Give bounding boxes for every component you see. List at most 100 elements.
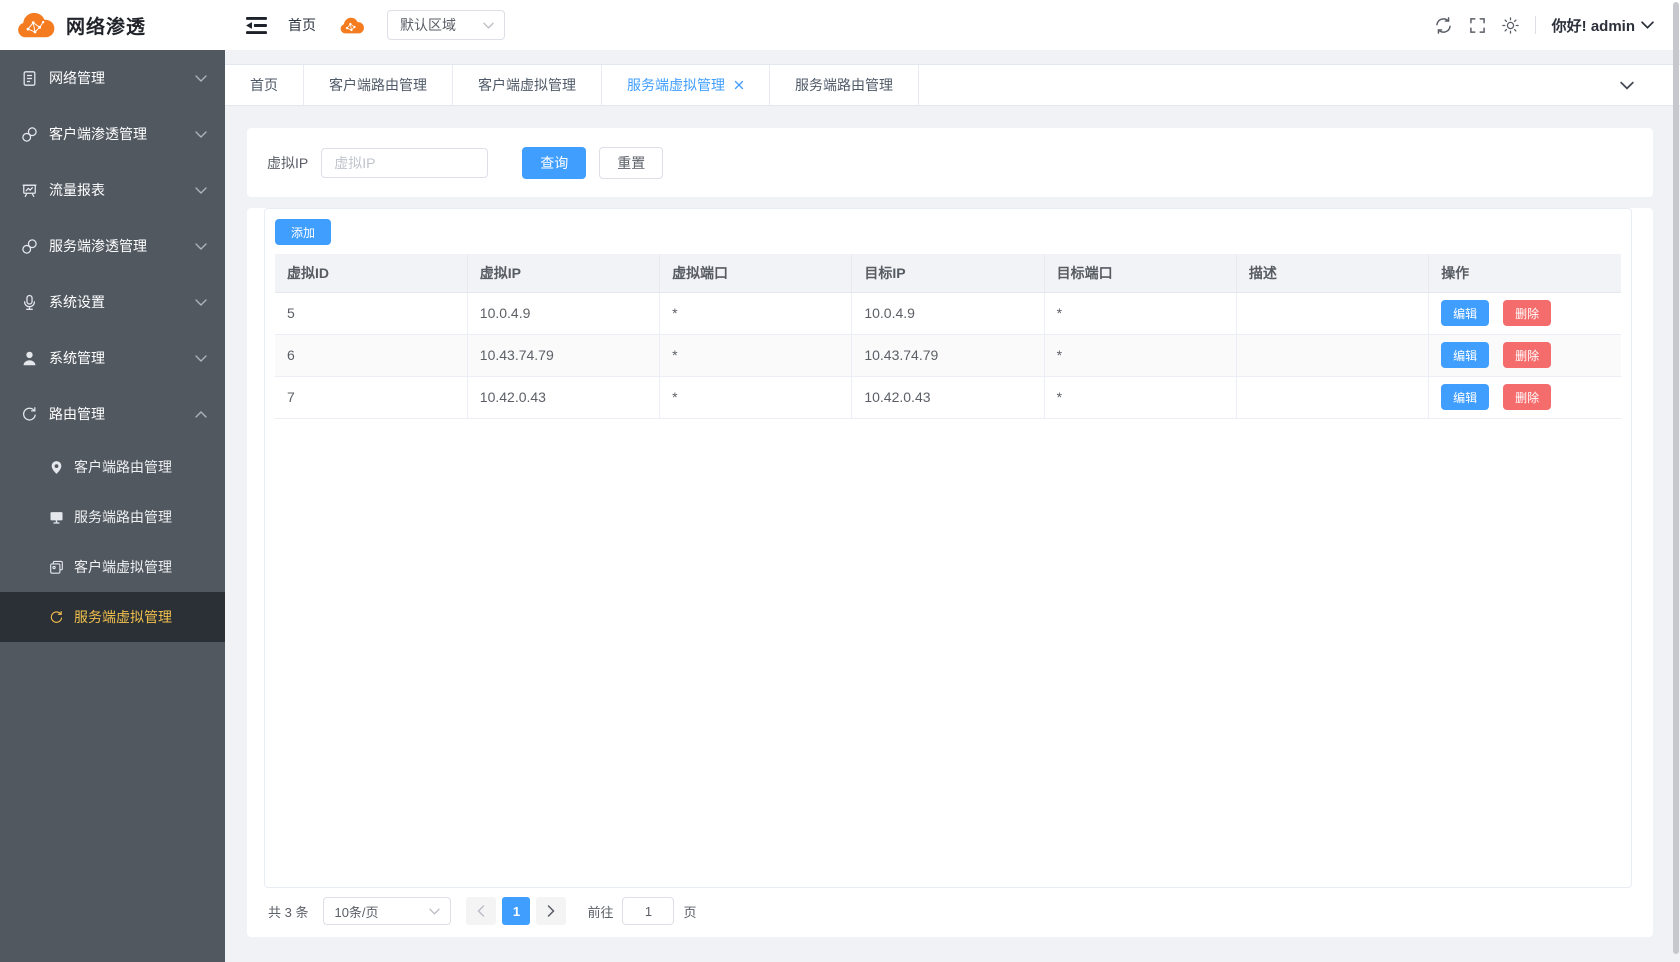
theme-sun-icon[interactable] xyxy=(1502,17,1519,34)
tab-server-virtual-mgmt[interactable]: 服务端虚拟管理 xyxy=(602,65,770,105)
close-icon[interactable] xyxy=(734,80,744,90)
tab-client-route-mgmt[interactable]: 客户端路由管理 xyxy=(304,65,453,105)
chevron-down-icon xyxy=(195,75,207,82)
copy-icon xyxy=(48,559,64,575)
sidebar-menu: 网络管理 客户端渗透管理 xyxy=(0,50,225,962)
page-size-value: 10条/页 xyxy=(334,902,378,921)
edit-button[interactable]: 编辑 xyxy=(1441,342,1489,368)
sidebar-item-system-settings[interactable]: 系统设置 xyxy=(0,274,225,330)
search-card: 虚拟IP 查询 重置 xyxy=(247,128,1653,197)
pagination-total: 共 3 条 xyxy=(268,902,308,921)
sidebar-item-client-virtual-mgmt[interactable]: 客户端虚拟管理 xyxy=(0,542,225,592)
page-content: 虚拟IP 查询 重置 添加 虚拟ID 虚拟IP 虚拟端口 xyxy=(225,106,1680,962)
chevron-up-icon xyxy=(195,411,207,418)
cell-virtual-port: * xyxy=(660,334,852,376)
region-select[interactable]: 默认区域 xyxy=(387,10,505,40)
page-unit-label: 页 xyxy=(683,902,696,921)
sidebar-item-server-pen-mgmt[interactable]: 服务端渗透管理 xyxy=(0,218,225,274)
fullscreen-icon[interactable] xyxy=(1469,17,1486,34)
virtual-ip-input[interactable] xyxy=(321,148,488,178)
link-icon xyxy=(20,237,38,255)
region-select-value: 默认区域 xyxy=(400,15,456,35)
col-target-ip: 目标IP xyxy=(852,254,1044,292)
chevron-down-icon xyxy=(195,187,207,194)
user-greeting: 你好! admin xyxy=(1552,15,1635,36)
cell-target-port: * xyxy=(1044,292,1236,334)
sidebar-item-label: 路由管理 xyxy=(49,404,195,424)
prev-page-button[interactable] xyxy=(466,897,496,925)
divider xyxy=(1535,16,1536,34)
cell-description xyxy=(1236,292,1428,334)
add-button[interactable]: 添加 xyxy=(275,219,331,245)
sidebar-item-server-virtual-mgmt[interactable]: 服务端虚拟管理 xyxy=(0,592,225,642)
delete-button[interactable]: 删除 xyxy=(1503,300,1551,326)
sidebar-item-traffic-report[interactable]: 流量报表 xyxy=(0,162,225,218)
cell-actions: 编辑 删除 xyxy=(1429,292,1621,334)
link-icon xyxy=(20,125,38,143)
col-virtual-ip: 虚拟IP xyxy=(467,254,659,292)
chevron-down-icon xyxy=(1641,21,1654,29)
sidebar-item-server-route-mgmt[interactable]: 服务端路由管理 xyxy=(0,492,225,542)
sidebar-item-client-route-mgmt[interactable]: 客户端路由管理 xyxy=(0,442,225,492)
sidebar-item-network-mgmt[interactable]: 网络管理 xyxy=(0,50,225,106)
delete-button[interactable]: 删除 xyxy=(1503,384,1551,410)
tab-home[interactable]: 首页 xyxy=(225,65,304,105)
col-virtual-id: 虚拟ID xyxy=(275,254,467,292)
sidebar: 网络渗透 网络管理 xyxy=(0,0,225,962)
chart-board-icon xyxy=(20,181,38,199)
tab-client-virtual-mgmt[interactable]: 客户端虚拟管理 xyxy=(453,65,602,105)
sidebar-item-route-mgmt[interactable]: 路由管理 xyxy=(0,386,225,442)
table-panel: 添加 虚拟ID 虚拟IP 虚拟端口 目标IP 目标端口 描述 操作 xyxy=(247,208,1653,937)
sidebar-item-client-pen-mgmt[interactable]: 客户端渗透管理 xyxy=(0,106,225,162)
reset-button[interactable]: 重置 xyxy=(599,147,663,179)
cell-virtual-port: * xyxy=(660,292,852,334)
main-column: 首页 默认区域 xyxy=(225,0,1680,962)
refresh-icon xyxy=(48,609,64,625)
sidebar-item-label: 服务端虚拟管理 xyxy=(74,607,172,627)
next-page-button[interactable] xyxy=(536,897,566,925)
sidebar-item-label: 客户端路由管理 xyxy=(74,457,172,477)
page-size-select[interactable]: 10条/页 xyxy=(323,897,451,925)
tab-label: 客户端路由管理 xyxy=(329,75,427,95)
sidebar-collapse-icon[interactable] xyxy=(237,12,276,39)
edit-button[interactable]: 编辑 xyxy=(1441,300,1489,326)
chevron-down-icon xyxy=(483,22,494,29)
refresh-icon[interactable] xyxy=(1434,16,1453,35)
document-icon xyxy=(20,69,38,87)
cell-description xyxy=(1236,376,1428,418)
search-button[interactable]: 查询 xyxy=(522,147,586,179)
chevron-down-icon xyxy=(429,908,440,915)
sidebar-item-label: 客户端渗透管理 xyxy=(49,124,195,144)
chevron-down-icon xyxy=(195,355,207,362)
breadcrumb[interactable]: 首页 xyxy=(288,15,316,35)
delete-button[interactable]: 删除 xyxy=(1503,342,1551,368)
logo-bar: 网络渗透 xyxy=(0,0,225,50)
tabs-chevron-down-icon[interactable] xyxy=(1620,65,1634,105)
pagination-goto: 前往 页 xyxy=(587,897,696,925)
scrollbar[interactable] xyxy=(1673,2,1679,954)
user-menu[interactable]: 你好! admin xyxy=(1552,15,1654,36)
col-actions: 操作 xyxy=(1429,254,1621,292)
goto-page-input[interactable] xyxy=(622,897,674,925)
table-card: 添加 虚拟ID 虚拟IP 虚拟端口 目标IP 目标端口 描述 操作 xyxy=(264,208,1632,888)
app-title: 网络渗透 xyxy=(66,12,146,39)
cell-target-ip: 10.0.4.9 xyxy=(852,292,1044,334)
sidebar-item-label: 网络管理 xyxy=(49,68,195,88)
cell-virtual-ip: 10.43.74.79 xyxy=(467,334,659,376)
tab-label: 服务端路由管理 xyxy=(795,75,893,95)
tab-server-route-mgmt[interactable]: 服务端路由管理 xyxy=(770,65,919,105)
location-pin-icon xyxy=(48,459,64,475)
cell-virtual-ip: 10.0.4.9 xyxy=(467,292,659,334)
sidebar-item-label: 服务端路由管理 xyxy=(74,507,172,527)
current-page-button[interactable]: 1 xyxy=(502,897,530,925)
col-description: 描述 xyxy=(1236,254,1428,292)
sidebar-item-system-mgmt[interactable]: 系统管理 xyxy=(0,330,225,386)
chevron-down-icon xyxy=(195,131,207,138)
user-icon xyxy=(20,349,38,367)
pagination: 共 3 条 10条/页 1 前往 xyxy=(264,897,1632,925)
cloud-logo-icon xyxy=(14,10,56,40)
virtual-route-table: 虚拟ID 虚拟IP 虚拟端口 目标IP 目标端口 描述 操作 5 xyxy=(275,254,1621,419)
app-window: 网络渗透 网络管理 xyxy=(0,0,1680,962)
cell-virtual-id: 5 xyxy=(275,292,467,334)
edit-button[interactable]: 编辑 xyxy=(1441,384,1489,410)
